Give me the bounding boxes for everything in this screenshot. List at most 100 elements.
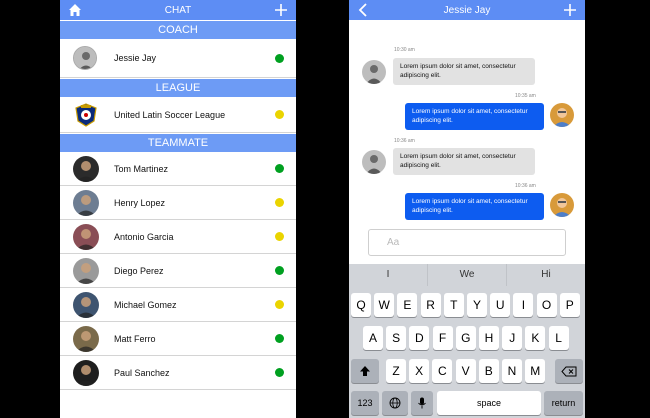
globe-key[interactable] [382, 391, 408, 415]
section-coach: COACH [60, 20, 296, 39]
outgoing-message: Lorem ipsum dolor sit amet, consectetur … [405, 103, 544, 130]
contact-name: Diego Perez [114, 265, 164, 276]
message-timestamp: 10:36 am [515, 183, 536, 189]
contact-name: Tom Martinez [114, 163, 169, 174]
contact-name: Paul Sanchez [114, 367, 170, 378]
key[interactable]: N [502, 359, 522, 383]
key[interactable]: E [397, 293, 418, 317]
shift-icon [360, 366, 370, 376]
status-indicator [275, 198, 284, 207]
conversation-title: Jessie Jay [443, 4, 491, 16]
key[interactable]: G [455, 326, 476, 350]
league-row[interactable]: United Latin Soccer League [60, 97, 296, 133]
suggestion-item[interactable]: We [428, 264, 507, 286]
key[interactable]: O [536, 293, 557, 317]
keyboard: I We Hi Q W E R T Y U I O P A S D F G H J K L Z X C V B N M 123 spa… [349, 264, 585, 418]
suggestion-item[interactable]: I [349, 264, 428, 286]
key[interactable]: W [374, 293, 395, 317]
shift-key[interactable] [351, 359, 379, 383]
status-indicator [275, 334, 284, 343]
plus-icon[interactable] [274, 3, 288, 17]
contact-name: Henry Lopez [114, 197, 166, 208]
suggestion-bar: I We Hi [349, 264, 585, 286]
key[interactable]: V [455, 359, 476, 383]
key[interactable]: D [409, 326, 430, 350]
section-league: LEAGUE [60, 78, 296, 97]
key[interactable]: B [478, 359, 499, 383]
globe-icon [389, 397, 401, 409]
contact-name: Michael Gomez [114, 299, 177, 310]
plus-icon[interactable] [563, 3, 577, 17]
status-indicator [275, 53, 284, 63]
key[interactable]: F [432, 326, 453, 350]
incoming-message: Lorem ipsum dolor sit amet, consectetur … [393, 148, 535, 175]
key[interactable]: X [409, 359, 430, 383]
status-indicator [275, 164, 284, 173]
backspace-icon [561, 366, 577, 376]
key[interactable]: T [443, 293, 464, 317]
key[interactable]: R [420, 293, 441, 317]
section-teammate: TEAMMATE [60, 133, 296, 152]
teammate-row[interactable]: Matt Ferro [60, 322, 296, 356]
key[interactable]: K [525, 326, 546, 350]
backspace-key[interactable] [555, 359, 583, 383]
key[interactable]: L [548, 326, 569, 350]
status-indicator [275, 266, 284, 275]
avatar [73, 155, 99, 182]
status-indicator [275, 368, 284, 377]
avatar [73, 291, 99, 318]
contact-name: Antonio Garcia [114, 231, 174, 242]
space-key[interactable]: space [437, 391, 541, 415]
teammate-row[interactable]: Tom Martinez [60, 152, 296, 186]
key[interactable]: P [559, 293, 580, 317]
message-timestamp: 10:36 am [394, 138, 415, 144]
avatar [73, 46, 97, 70]
message-timestamp: 10:30 am [394, 47, 415, 53]
outgoing-message: Lorem ipsum dolor sit amet, consectetur … [405, 193, 544, 220]
contact-name: Jessie Jay [114, 53, 157, 63]
avatar [550, 103, 574, 127]
teammate-row[interactable]: Henry Lopez [60, 186, 296, 220]
avatar [362, 60, 386, 84]
chat-header: CHAT [60, 0, 296, 20]
coach-row[interactable]: Jessie Jay [60, 39, 296, 78]
key[interactable]: Y [467, 293, 487, 317]
avatar [73, 257, 99, 284]
back-icon[interactable] [357, 3, 369, 17]
key[interactable]: M [525, 359, 546, 383]
key[interactable]: A [363, 326, 383, 350]
numbers-key[interactable]: 123 [351, 391, 379, 415]
microphone-key[interactable] [411, 391, 433, 415]
teammate-row[interactable]: Diego Perez [60, 254, 296, 288]
chat-list-screen: CHAT COACH Jessie Jay LEAGUE United Lati… [60, 0, 296, 418]
avatar [362, 150, 386, 174]
message-timestamp: 10:35 am [515, 93, 536, 99]
key[interactable]: I [513, 293, 534, 317]
status-indicator [275, 110, 284, 119]
home-icon[interactable] [68, 3, 82, 17]
key[interactable]: Q [351, 293, 371, 317]
key[interactable]: C [432, 359, 453, 383]
key[interactable]: H [479, 326, 499, 350]
avatar [73, 189, 99, 216]
return-key[interactable]: return [544, 391, 583, 415]
microphone-icon [418, 397, 426, 409]
conversation-header: Jessie Jay [349, 0, 585, 20]
teammate-row[interactable]: Paul Sanchez [60, 356, 296, 390]
suggestion-item[interactable]: Hi [507, 264, 585, 286]
teammate-row[interactable]: Antonio Garcia [60, 220, 296, 254]
key[interactable]: Z [386, 359, 406, 383]
league-logo [73, 102, 99, 128]
avatar [73, 223, 99, 250]
key[interactable]: S [386, 326, 407, 350]
message-input[interactable]: Aa [368, 229, 566, 256]
avatar [550, 193, 574, 217]
teammate-row[interactable]: Michael Gomez [60, 288, 296, 322]
contact-name: Matt Ferro [114, 333, 156, 344]
status-indicator [275, 300, 284, 309]
league-name: United Latin Soccer League [114, 109, 226, 120]
avatar [73, 325, 99, 352]
key[interactable]: J [502, 326, 523, 350]
conversation-screen: Jessie Jay 10:30 am Lorem ipsum dolor si… [349, 0, 585, 418]
key[interactable]: U [490, 293, 511, 317]
